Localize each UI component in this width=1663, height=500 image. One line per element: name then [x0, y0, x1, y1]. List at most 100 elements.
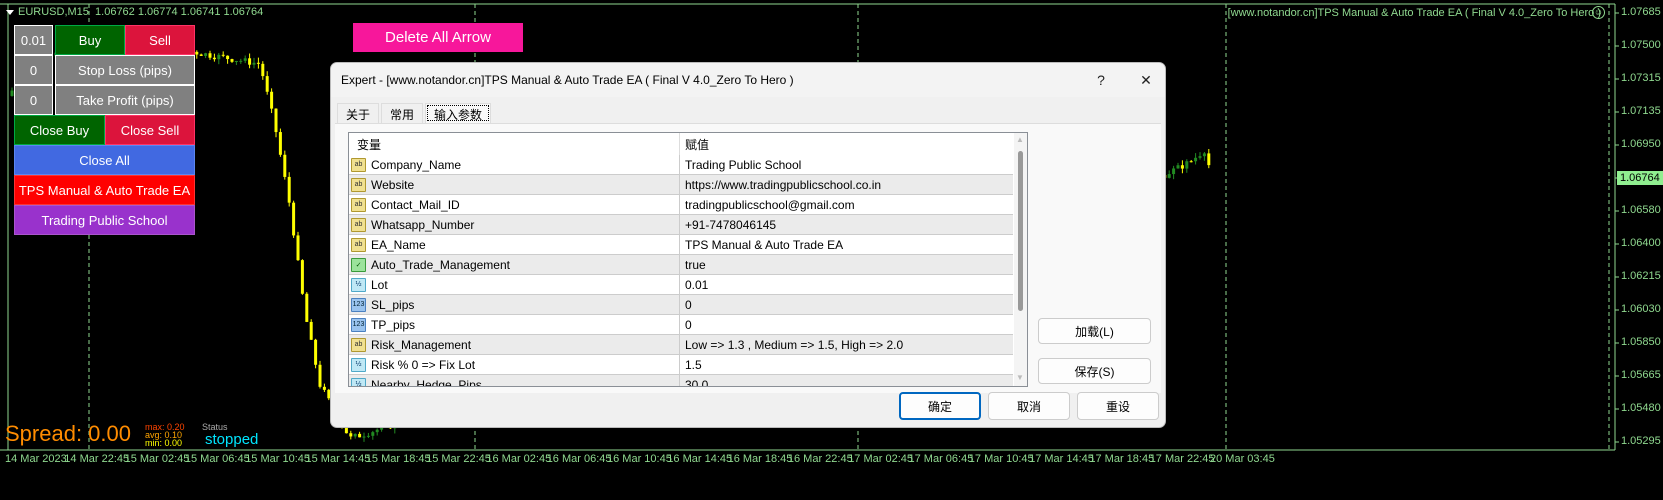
time-axis-label: 15 Mar 14:45: [305, 453, 371, 465]
close-buy-button[interactable]: Close Buy: [14, 115, 105, 145]
variable-cell: ab Contact_Mail_ID: [349, 195, 680, 214]
table-row[interactable]: ½ Lot 0.01: [349, 275, 1013, 295]
candle-body: [1207, 153, 1211, 166]
sell-button[interactable]: Sell: [125, 25, 195, 55]
time-axis-label: 17 Mar 10:45: [968, 453, 1034, 465]
ea-name-button[interactable]: TPS Manual & Auto Trade EA: [14, 175, 195, 205]
time-axis-label: 17 Mar 22:45: [1149, 453, 1215, 465]
table-row[interactable]: ab Website https://www.tradingpublicschool…: [349, 175, 1013, 195]
buy-button[interactable]: Buy: [55, 25, 125, 55]
tab-about[interactable]: 关于: [337, 103, 380, 123]
value-cell[interactable]: +91-7478046145: [680, 218, 776, 232]
sl-input[interactable]: 0: [14, 55, 53, 85]
variable-cell: ab Company_Name: [349, 155, 680, 174]
table-row[interactable]: 123 TP_pips 0: [349, 315, 1013, 335]
current-price-label: 1.06764: [1617, 171, 1663, 185]
candle-body: [292, 202, 296, 236]
col-value[interactable]: 赋值: [680, 136, 709, 153]
candle-body: [371, 432, 375, 436]
candle-body: [1172, 168, 1176, 175]
time-axis-label: 16 Mar 18:45: [727, 453, 793, 465]
scroll-up-icon[interactable]: ▲: [1016, 135, 1024, 144]
time-axis-label: 17 Mar 06:45: [908, 453, 974, 465]
candle-body: [309, 321, 313, 340]
candle-body: [199, 54, 203, 56]
load-button[interactable]: 加载(L): [1038, 318, 1151, 344]
tab-common[interactable]: 常用: [381, 103, 424, 123]
price-axis-label: 1.07135: [1621, 105, 1661, 117]
time-axis-label: 17 Mar 02:45: [848, 453, 914, 465]
variable-name: TP_pips: [371, 317, 416, 332]
save-button[interactable]: 保存(S): [1038, 358, 1151, 384]
value-cell[interactable]: Trading Public School: [680, 158, 801, 172]
value-cell[interactable]: https://www.tradingpublicschool.co.in: [680, 178, 881, 192]
ab-type-icon: ab: [351, 157, 366, 172]
value-cell[interactable]: 30.0: [680, 378, 708, 387]
value-cell[interactable]: 0.01: [680, 278, 708, 292]
scroll-thumb[interactable]: [1018, 151, 1023, 311]
ab-type-icon: ab: [351, 217, 366, 232]
value-cell[interactable]: Low => 1.3 , Medium => 1.5, High => 2.0: [680, 338, 903, 352]
price-axis-label: 1.06030: [1621, 303, 1661, 315]
candle-body: [252, 62, 256, 65]
close-button[interactable]: ✕: [1126, 66, 1165, 94]
delete-all-arrow-button[interactable]: Delete All Arrow: [353, 23, 523, 52]
price-axis-label: 1.06400: [1621, 237, 1661, 249]
variable-name: Risk % 0 => Fix Lot: [371, 357, 476, 372]
value-cell[interactable]: tradingpublicschool@gmail.com: [680, 198, 855, 212]
candle-body: [300, 260, 304, 294]
smile-icon[interactable]: ☺: [1592, 6, 1605, 19]
candle-body: [1189, 161, 1193, 163]
scrollbar[interactable]: ▲ ▼: [1014, 133, 1027, 386]
value-cell[interactable]: 1.5: [680, 358, 702, 372]
time-axis-label: 16 Mar 02:45: [486, 453, 552, 465]
candle-body: [270, 91, 274, 109]
col-variable[interactable]: 变量: [349, 133, 680, 155]
table-row[interactable]: ab EA_Name TPS Manual & Auto Trade EA: [349, 235, 1013, 255]
table-row[interactable]: 123 SL_pips 0: [349, 295, 1013, 315]
price-axis-label: 1.05480: [1621, 402, 1661, 414]
ab-type-icon: ab: [351, 197, 366, 212]
lot-input[interactable]: 0.01: [14, 25, 53, 55]
candle-body: [322, 386, 326, 390]
table-row[interactable]: ½ Risk % 0 => Fix Lot 1.5: [349, 355, 1013, 375]
table-row[interactable]: ab Risk_Management Low => 1.3 , Medium => …: [349, 335, 1013, 355]
table-header: 变量 赋值: [349, 133, 1013, 155]
candle-body: [287, 176, 291, 203]
close-sell-button[interactable]: Close Sell: [105, 115, 195, 145]
variable-name: Auto_Trade_Management: [371, 257, 510, 272]
school-button[interactable]: Trading Public School: [14, 205, 195, 235]
dropdown-triangle-icon[interactable]: [6, 9, 14, 15]
variable-name: SL_pips: [371, 297, 415, 312]
time-axis-label: 15 Mar 06:45: [184, 453, 250, 465]
dbl-type-icon: ½: [351, 357, 366, 372]
table-row[interactable]: ab Whatsapp_Number +91-7478046145: [349, 215, 1013, 235]
value-cell[interactable]: 0: [680, 318, 692, 332]
ab-type-icon: ab: [351, 177, 366, 192]
price-axis-label: 1.06580: [1621, 204, 1661, 216]
tab-inputs[interactable]: 输入参数: [425, 103, 492, 123]
ok-button[interactable]: 确定: [899, 392, 981, 420]
value-cell[interactable]: true: [680, 258, 706, 272]
close-all-button[interactable]: Close All: [14, 145, 195, 175]
variable-cell: ✓ Auto_Trade_Management: [349, 255, 680, 274]
tp-input[interactable]: 0: [14, 85, 53, 115]
help-button[interactable]: ?: [1081, 66, 1121, 94]
price-axis-label: 1.07500: [1621, 39, 1661, 51]
candle-body: [296, 235, 300, 261]
reset-button[interactable]: 重设: [1077, 392, 1159, 420]
table-row[interactable]: ✓ Auto_Trade_Management true: [349, 255, 1013, 275]
value-cell[interactable]: 0: [680, 298, 692, 312]
value-cell[interactable]: TPS Manual & Auto Trade EA: [680, 238, 843, 252]
bool-type-icon: ✓: [351, 257, 366, 272]
table-row[interactable]: ½ Nearby_Hedge_Pips 30.0: [349, 375, 1013, 387]
time-axis-label: 15 Mar 10:45: [245, 453, 311, 465]
table-row[interactable]: ab Company_Name Trading Public School: [349, 155, 1013, 175]
candle-body: [261, 63, 265, 77]
ab-type-icon: ab: [351, 237, 366, 252]
candle-body: [1202, 153, 1206, 157]
variable-name: EA_Name: [371, 237, 426, 252]
scroll-down-icon[interactable]: ▼: [1016, 373, 1024, 382]
table-row[interactable]: ab Contact_Mail_ID tradingpublicschool@gma…: [349, 195, 1013, 215]
cancel-button[interactable]: 取消: [988, 392, 1070, 420]
